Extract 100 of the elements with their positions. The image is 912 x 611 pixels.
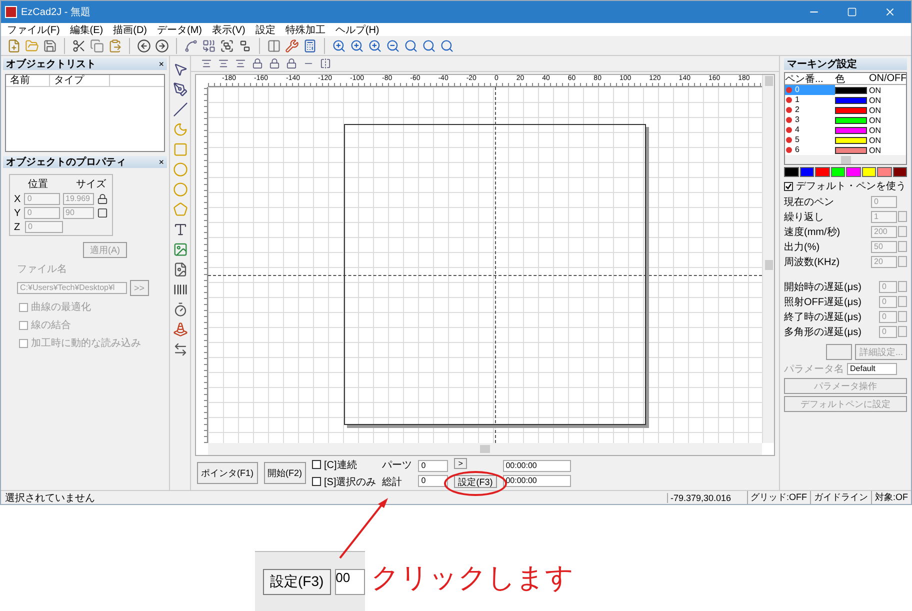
pen-row[interactable]: 2 ON bbox=[785, 105, 906, 115]
pen-action-button[interactable] bbox=[826, 344, 852, 360]
column-header[interactable]: ON/OFF bbox=[869, 73, 906, 84]
lock-icon[interactable] bbox=[269, 58, 280, 69]
palette-swatch[interactable] bbox=[877, 167, 892, 177]
text-icon[interactable] bbox=[172, 222, 188, 237]
flip-icon[interactable] bbox=[320, 58, 331, 69]
group-icon[interactable] bbox=[220, 38, 234, 52]
tools-icon[interactable] bbox=[285, 38, 299, 52]
barcode-icon[interactable] bbox=[172, 282, 188, 297]
checkbox[interactable] bbox=[312, 477, 321, 486]
time-field: 00:00:00 bbox=[502, 474, 571, 486]
param-label: 開始時の遅延(μs) bbox=[784, 280, 862, 294]
start-button[interactable]: 開始(F2) bbox=[264, 462, 306, 484]
zoom-in-icon[interactable] bbox=[350, 38, 364, 52]
settings-button[interactable]: 設定(F3) bbox=[263, 568, 331, 594]
pointer-icon[interactable] bbox=[172, 62, 188, 77]
palette-swatch[interactable] bbox=[815, 167, 830, 177]
close-button[interactable]: × bbox=[158, 59, 164, 69]
param-name-label: パラメータ名 bbox=[784, 363, 844, 376]
pen-row[interactable]: 1 ON bbox=[785, 95, 906, 105]
menu-item[interactable]: ヘルプ(H) bbox=[335, 22, 380, 36]
close-icon[interactable] bbox=[884, 6, 896, 18]
pen-status: ON bbox=[869, 86, 882, 94]
vector-file-icon[interactable] bbox=[172, 262, 188, 277]
checkbox[interactable] bbox=[784, 182, 793, 190]
scrollbar[interactable] bbox=[785, 155, 906, 164]
checkbox[interactable] bbox=[312, 460, 321, 469]
target-status: 対象:OF bbox=[871, 491, 911, 504]
palette-swatch[interactable] bbox=[846, 167, 860, 177]
redo-icon[interactable] bbox=[155, 38, 169, 52]
pen-row[interactable]: 4 ON bbox=[785, 125, 906, 135]
maximize-icon[interactable] bbox=[847, 7, 857, 17]
total-field[interactable]: 0 bbox=[418, 474, 448, 486]
scrollbar[interactable] bbox=[208, 443, 762, 455]
panel-title: マーキング設定 bbox=[787, 57, 857, 71]
lock-icon[interactable] bbox=[252, 58, 263, 69]
ungroup-icon[interactable] bbox=[238, 38, 252, 52]
palette-swatch[interactable] bbox=[862, 167, 876, 177]
menu-item[interactable]: ファイル(F) bbox=[7, 22, 60, 36]
scrollbar[interactable] bbox=[762, 75, 774, 87]
palette-swatch[interactable] bbox=[784, 167, 798, 177]
node-icon[interactable] bbox=[184, 38, 198, 52]
scrollbar[interactable] bbox=[762, 87, 774, 443]
pen-row[interactable]: 6 ON bbox=[785, 145, 906, 155]
palette-swatch[interactable] bbox=[892, 167, 907, 177]
align-icon[interactable] bbox=[218, 58, 229, 69]
column-header[interactable]: ペン番... bbox=[785, 72, 835, 86]
menu-item[interactable]: データ(M) bbox=[157, 22, 202, 36]
panel-title: オブジェクトのプロパティ bbox=[6, 155, 126, 169]
zoom-in-icon[interactable] bbox=[368, 38, 382, 52]
zoom-out-icon[interactable] bbox=[386, 38, 400, 52]
menu-item[interactable]: 設定 bbox=[255, 22, 276, 36]
image-icon[interactable] bbox=[172, 242, 188, 257]
parts-field[interactable]: 0 bbox=[418, 460, 448, 472]
align-icon[interactable] bbox=[235, 58, 246, 69]
zoom-in-icon[interactable] bbox=[332, 38, 346, 52]
palette-swatch[interactable] bbox=[800, 167, 814, 177]
menu-item[interactable]: 描画(D) bbox=[113, 22, 148, 36]
new-file-icon[interactable] bbox=[7, 38, 21, 52]
pen-row[interactable]: 5 ON bbox=[785, 135, 906, 145]
param-name-field[interactable]: Default bbox=[847, 363, 897, 375]
param-label: 周波数(KHz) bbox=[784, 256, 840, 268]
checkbox-label: デフォルト・ペンを使う bbox=[796, 180, 906, 193]
coordinates: -79.379,30.016 bbox=[666, 492, 746, 502]
menu-item[interactable]: 特殊加工 bbox=[285, 22, 326, 36]
pointer-button[interactable]: ポインタ(F1) bbox=[197, 462, 258, 484]
calculator-icon[interactable] bbox=[303, 38, 317, 52]
column-header[interactable]: タイプ bbox=[50, 75, 110, 86]
combine-icon[interactable] bbox=[202, 38, 216, 52]
pen-number: 2 bbox=[785, 105, 835, 115]
search-icon[interactable] bbox=[422, 38, 436, 52]
axis-label: Y bbox=[14, 208, 22, 218]
pen-status: ON bbox=[869, 96, 882, 104]
parts-label: パーツ bbox=[382, 458, 412, 472]
column-header[interactable]: 色 bbox=[835, 72, 869, 86]
lock-icon[interactable] bbox=[286, 58, 297, 69]
scissors-icon[interactable] bbox=[72, 38, 86, 52]
undo-icon[interactable] bbox=[137, 38, 151, 52]
pen-icon[interactable] bbox=[172, 82, 188, 97]
settings-button[interactable]: 設定(F3) bbox=[454, 475, 497, 488]
search-icon[interactable] bbox=[404, 38, 418, 52]
column-header[interactable]: 名前 bbox=[6, 75, 50, 86]
timer-icon[interactable] bbox=[172, 302, 188, 317]
menu-item[interactable]: 表示(V) bbox=[212, 22, 246, 36]
menu-item[interactable]: 編集(E) bbox=[70, 22, 104, 36]
paste-icon[interactable] bbox=[108, 38, 122, 52]
pen-row[interactable]: 0 ON bbox=[785, 85, 906, 95]
status-message: 選択されていません bbox=[4, 492, 96, 504]
close-button[interactable]: × bbox=[158, 157, 164, 167]
align-icon[interactable] bbox=[201, 58, 212, 69]
pen-row[interactable]: 3 ON bbox=[785, 115, 906, 125]
palette-swatch[interactable] bbox=[830, 167, 845, 177]
search-icon[interactable] bbox=[440, 38, 454, 52]
file-label: ファイル名 bbox=[16, 263, 68, 276]
line-icon[interactable] bbox=[172, 102, 188, 117]
save-icon[interactable] bbox=[43, 38, 57, 52]
total-label: 総計 bbox=[382, 476, 404, 488]
more-button[interactable]: > bbox=[454, 458, 467, 469]
lock-icon[interactable] bbox=[97, 193, 108, 205]
